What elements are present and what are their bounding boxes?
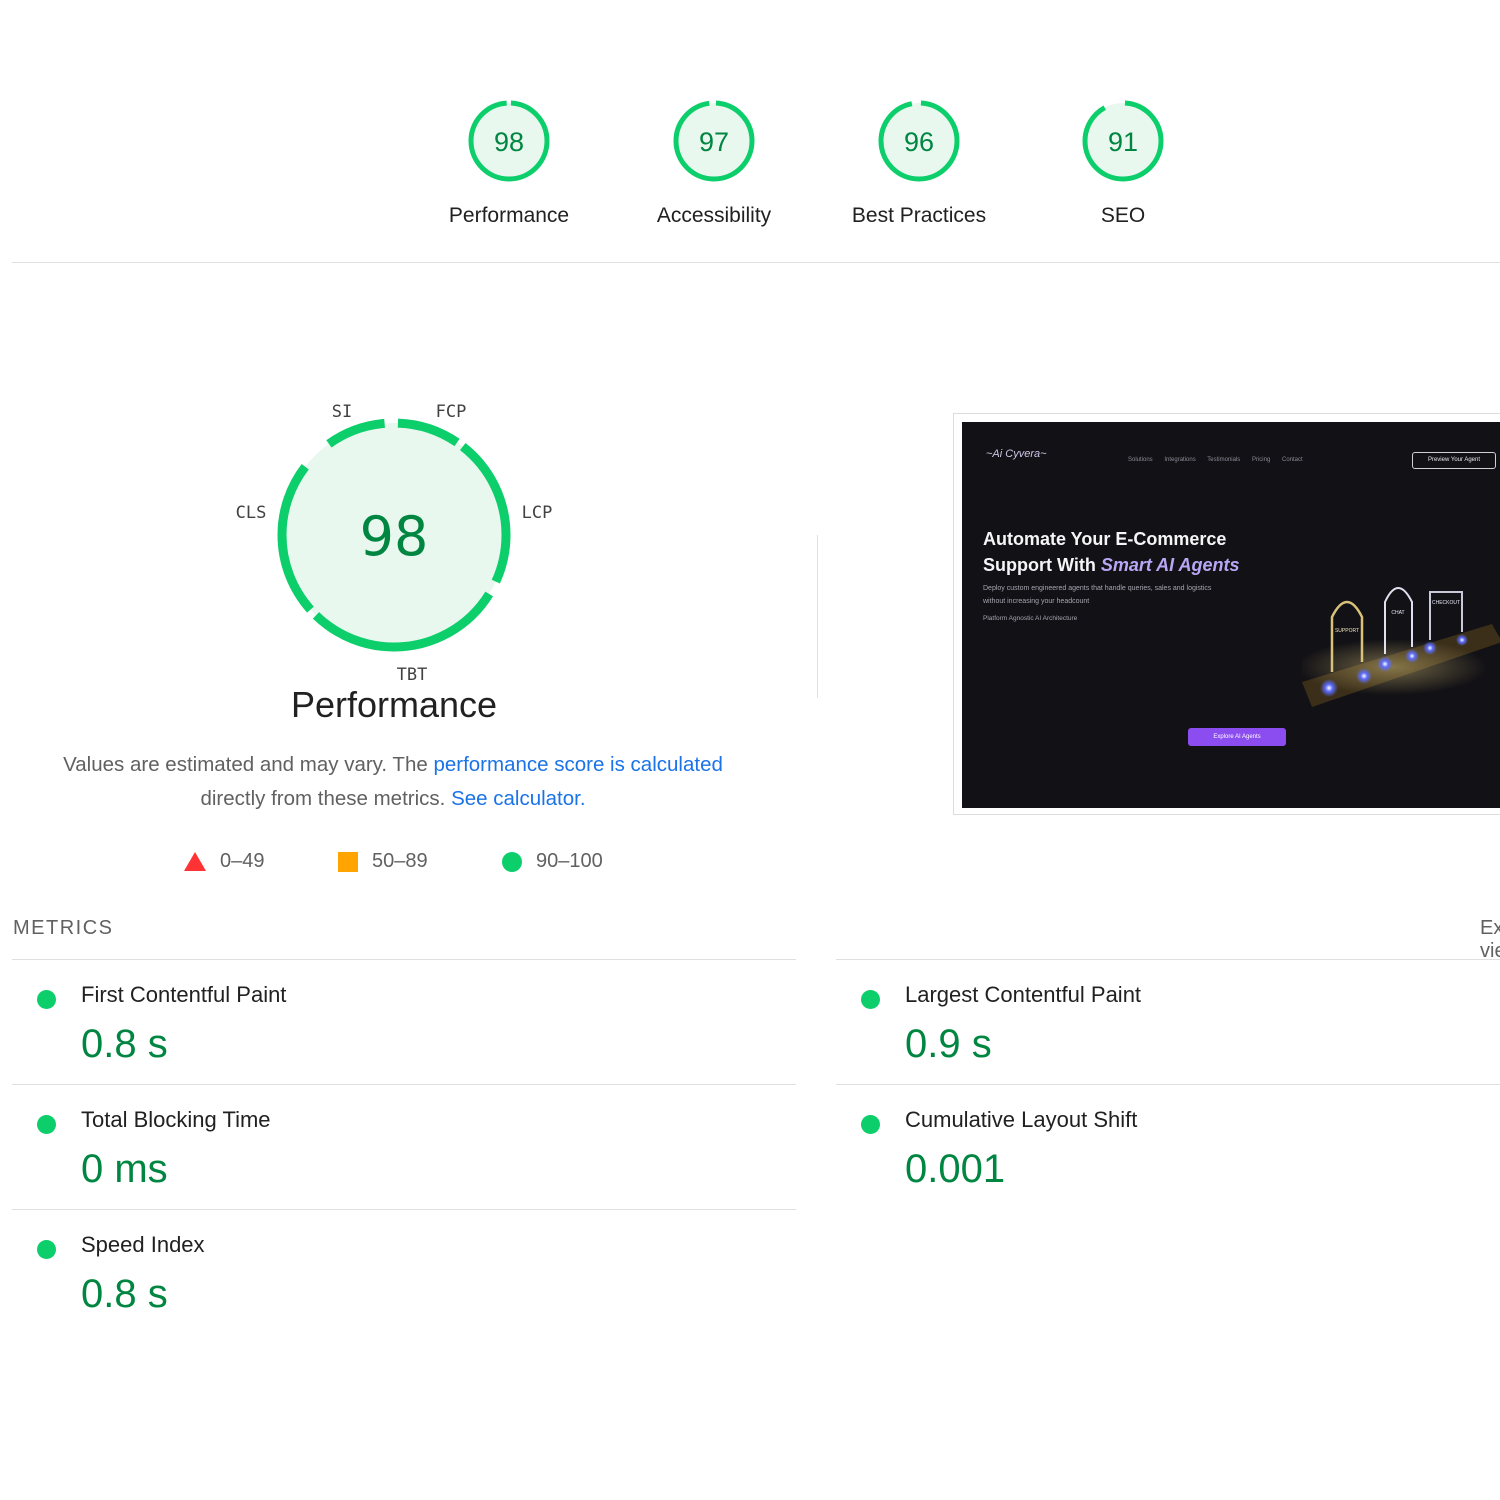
summary-divider bbox=[12, 262, 1500, 263]
site-headline: Automate Your E-Commerce Support With Sm… bbox=[983, 526, 1240, 578]
site-headline-em: Smart AI Agents bbox=[1100, 555, 1240, 575]
category-summary: 98 Performance 97 Accessibility 96 Best … bbox=[0, 0, 1500, 262]
hero-scene-illustration: SUPPORT CHAT CHECKOUT bbox=[1302, 587, 1500, 707]
gauge-seo-ring: 91 bbox=[1082, 100, 1164, 182]
legend-average: 50–89 bbox=[338, 850, 428, 873]
gauge-accessibility-label: Accessibility bbox=[656, 204, 772, 227]
metric-value: 0.9 s bbox=[905, 1022, 992, 1066]
site-logo: ~Ai Cyvera~ bbox=[986, 448, 1047, 460]
metric-title: Total Blocking Time bbox=[81, 1107, 271, 1132]
pass-circle-icon bbox=[37, 990, 56, 1009]
gauge-accessibility-ring: 97 bbox=[673, 100, 755, 182]
vertical-divider bbox=[817, 535, 818, 698]
see-calculator-link[interactable]: See calculator. bbox=[451, 787, 585, 810]
expand-view-toggle[interactable]: Expand view bbox=[1480, 917, 1500, 963]
metric-title: First Contentful Paint bbox=[81, 982, 287, 1007]
legend-average-label: 50–89 bbox=[372, 850, 428, 872]
score-calculated-link[interactable]: performance score is calculated bbox=[433, 753, 722, 776]
metric-title: Speed Index bbox=[81, 1232, 205, 1257]
performance-description: Values are estimated and may vary. The p… bbox=[40, 748, 746, 816]
metric-tbt[interactable]: Total Blocking Time 0 ms bbox=[11, 1085, 771, 1209]
site-headline-line-1: Automate Your E-Commerce bbox=[983, 529, 1227, 549]
site-nav-item: Testimonials bbox=[1207, 457, 1241, 463]
site-subtext: Deploy custom engineered agents that han… bbox=[983, 585, 1212, 605]
segment-label-si: SI bbox=[332, 402, 352, 422]
gauge-seo-label: SEO bbox=[1100, 204, 1146, 227]
metric-value: 0.8 s bbox=[81, 1272, 168, 1316]
site-explore-button: Explore AI Agents bbox=[1188, 728, 1286, 746]
pass-circle-icon bbox=[37, 1115, 56, 1134]
gauge-best-practices-score: 96 bbox=[904, 127, 934, 157]
gauge-best-practices-label: Best Practices bbox=[851, 204, 987, 227]
gauge-performance[interactable]: 98 Performance bbox=[409, 98, 609, 228]
gauge-accessibility[interactable]: 97 Accessibility bbox=[614, 98, 814, 228]
gauge-performance-score: 98 bbox=[494, 127, 524, 157]
gauge-accessibility-score: 97 bbox=[699, 127, 729, 157]
pass-circle-icon bbox=[37, 1240, 56, 1259]
site-subtext-2: Platform Agnostic AI Architecture bbox=[983, 615, 1078, 622]
performance-gauge: 98 SI FCP LCP TBT CLS bbox=[220, 395, 570, 695]
desc-text-1: Values are estimated and may vary. The bbox=[63, 753, 434, 776]
segment-label-fcp: FCP bbox=[436, 402, 467, 422]
circle-icon bbox=[502, 851, 522, 872]
pass-circle-icon bbox=[861, 1115, 880, 1134]
site-cta-button: Preview Your Agent bbox=[1412, 452, 1496, 469]
metric-value: 0.8 s bbox=[81, 1022, 168, 1066]
square-icon bbox=[338, 851, 358, 872]
scene-label: CHAT bbox=[1391, 610, 1404, 616]
metric-si[interactable]: Speed Index 0.8 s bbox=[11, 1210, 771, 1334]
scene-label: SUPPORT bbox=[1335, 628, 1359, 634]
triangle-icon bbox=[184, 852, 206, 871]
gauge-performance-label: Performance bbox=[448, 204, 570, 227]
metric-title: Largest Contentful Paint bbox=[905, 982, 1142, 1007]
expand-view-label[interactable]: Expand view bbox=[1480, 917, 1500, 962]
performance-title: Performance bbox=[290, 684, 498, 725]
legend-pass: 90–100 bbox=[502, 850, 603, 873]
gauge-best-practices[interactable]: 96 Best Practices bbox=[819, 98, 1019, 228]
metric-value: 0.001 bbox=[905, 1147, 1006, 1191]
site-nav-item: Integrations bbox=[1164, 457, 1196, 463]
gauge-seo-score: 91 bbox=[1108, 127, 1138, 157]
legend-fail: 0–49 bbox=[184, 850, 265, 873]
legend-fail-label: 0–49 bbox=[220, 850, 265, 872]
site-nav-item: Contact bbox=[1281, 457, 1303, 463]
legend-pass-label: 90–100 bbox=[536, 850, 603, 872]
performance-gauge-svg: 98 SI FCP LCP TBT CLS bbox=[236, 402, 553, 685]
pass-circle-icon bbox=[861, 990, 880, 1009]
metric-cls[interactable]: Cumulative Layout Shift 0.001 bbox=[835, 1085, 1500, 1209]
site-headline-line-2: Support With bbox=[983, 555, 1101, 575]
metric-lcp[interactable]: Largest Contentful Paint 0.9 s bbox=[835, 960, 1500, 1084]
performance-score: 98 bbox=[360, 505, 429, 568]
metrics-header: METRICS bbox=[13, 917, 114, 939]
metric-title: Cumulative Layout Shift bbox=[905, 1107, 1138, 1132]
metric-value: 0 ms bbox=[81, 1147, 168, 1191]
desc-text-2: directly from these metrics. bbox=[200, 787, 452, 810]
gauge-seo[interactable]: 91 SEO bbox=[1023, 98, 1223, 228]
segment-label-tbt: TBT bbox=[397, 665, 428, 685]
site-nav-item: Pricing bbox=[1251, 457, 1271, 463]
segment-label-lcp: LCP bbox=[522, 503, 553, 523]
screenshot-image: ~Ai Cyvera~ Solutions Integrations Testi… bbox=[962, 422, 1500, 808]
segment-label-cls: CLS bbox=[236, 503, 267, 523]
site-nav-item: Solutions bbox=[1128, 457, 1153, 463]
scene-label: CHECKOUT bbox=[1432, 600, 1460, 606]
site-nav: Solutions Integrations Testimonials Pric… bbox=[1128, 457, 1313, 463]
gauge-best-practices-ring: 96 bbox=[878, 100, 960, 182]
metric-fcp[interactable]: First Contentful Paint 0.8 s bbox=[11, 960, 771, 1084]
gauge-performance-ring: 98 bbox=[468, 100, 550, 182]
final-screenshot[interactable]: ~Ai Cyvera~ Solutions Integrations Testi… bbox=[953, 413, 1500, 815]
